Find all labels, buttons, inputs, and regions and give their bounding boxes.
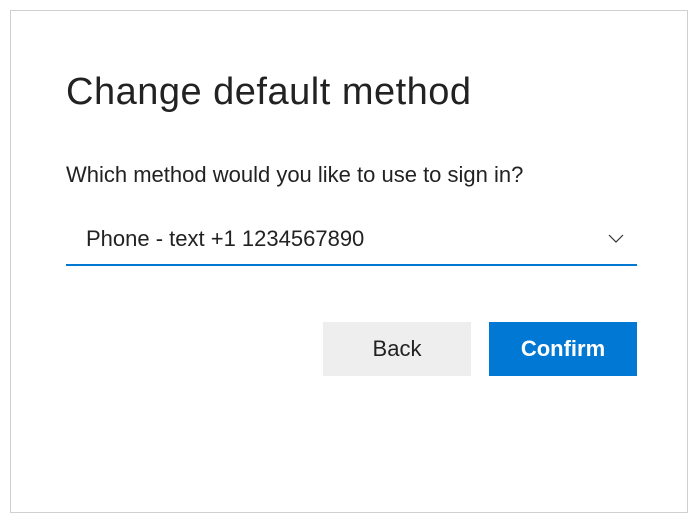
dialog-title: Change default method: [66, 71, 637, 114]
button-row: Back Confirm: [66, 322, 637, 376]
confirm-button[interactable]: Confirm: [489, 322, 637, 376]
back-button[interactable]: Back: [323, 322, 471, 376]
dialog-prompt: Which method would you like to use to si…: [66, 162, 637, 188]
change-default-method-dialog: Change default method Which method would…: [10, 10, 688, 513]
method-dropdown[interactable]: Phone - text +1 1234567890: [66, 216, 637, 266]
dropdown-selected-value: Phone - text +1 1234567890: [86, 226, 364, 252]
chevron-down-icon: [607, 230, 625, 248]
